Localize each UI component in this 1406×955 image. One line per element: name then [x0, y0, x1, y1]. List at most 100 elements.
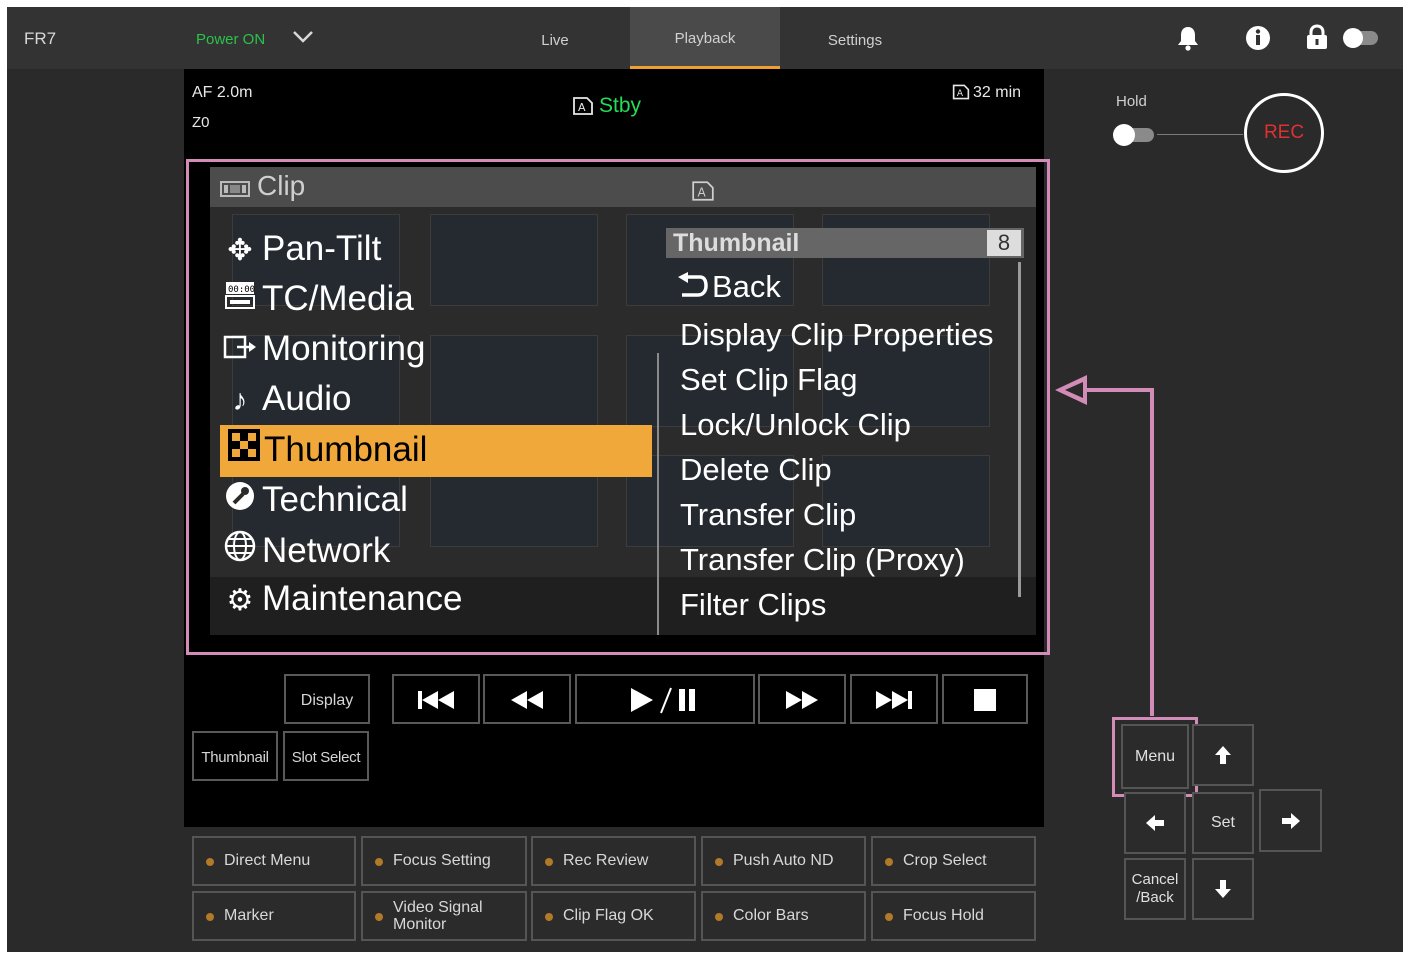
submenu-item-filter-clips[interactable]: Filter Clips: [680, 587, 826, 623]
arrow-up-icon: [1215, 746, 1231, 764]
menu-item-thumbnail[interactable]: Thumbnail: [224, 429, 427, 470]
function-key-crop-select[interactable]: Crop Select: [871, 836, 1036, 886]
slot-select-button[interactable]: Slot Select: [283, 731, 369, 781]
status-dot: [545, 858, 553, 866]
lock-toggle[interactable]: [1343, 28, 1378, 48]
menu-item-technical[interactable]: Technical: [218, 480, 408, 520]
submenu-scrollbar[interactable]: [1018, 262, 1021, 597]
function-key-marker[interactable]: Marker: [192, 891, 356, 941]
set-button[interactable]: Set: [1192, 792, 1254, 854]
rewind-button[interactable]: [483, 674, 571, 724]
menu-header: Clip A: [210, 167, 1036, 207]
rec-button[interactable]: REC: [1244, 93, 1324, 173]
submenu-item-transfer-clip-proxy[interactable]: Transfer Clip (Proxy): [680, 542, 965, 578]
play-pause-icon: [631, 687, 695, 714]
tc-media-icon: 00:00: [218, 280, 262, 318]
submenu-item-lock-unlock-clip[interactable]: Lock/Unlock Clip: [680, 407, 911, 443]
status-dot: [206, 913, 214, 921]
menu-item-maintenance[interactable]: ⚙ Maintenance: [218, 579, 463, 619]
back-label: /Back: [1136, 889, 1174, 906]
maintenance-icon: ⚙: [226, 584, 254, 617]
af-readout: AF 2.0m: [192, 84, 253, 101]
arrow-right-icon: [1281, 812, 1300, 829]
left-button[interactable]: [1124, 792, 1186, 854]
camera-remote-app: FR7 Power ON Live Playback Settings AF 2…: [7, 7, 1403, 952]
submenu-item-display-clip-properties[interactable]: Display Clip Properties: [680, 317, 994, 353]
media-slot-a-icon-small: A: [952, 84, 970, 100]
menu-item-label: Audio: [262, 379, 352, 418]
submenu-item-set-clip-flag[interactable]: Set Clip Flag: [680, 362, 857, 398]
status-dot: [885, 858, 893, 866]
up-button[interactable]: [1192, 724, 1254, 786]
function-key-video-signal-monitor[interactable]: Video Signal Monitor: [361, 891, 527, 941]
menu-item-label: Thumbnail: [264, 430, 428, 469]
pan-tilt-icon: ✥: [227, 234, 253, 267]
rewind-icon: [511, 691, 543, 709]
info-icon[interactable]: [1245, 25, 1271, 51]
menu-item-label: Monitoring: [262, 329, 426, 368]
menu-button[interactable]: Menu: [1121, 724, 1189, 789]
thumbnail-button[interactable]: Thumbnail: [192, 731, 278, 781]
tab-settings[interactable]: Settings: [780, 7, 930, 69]
stop-button[interactable]: [942, 674, 1028, 724]
record-state: Stby: [599, 94, 642, 117]
status-dot: [206, 858, 214, 866]
submenu-title: Thumbnail: [673, 229, 800, 257]
hold-toggle[interactable]: [1113, 124, 1154, 146]
menu-item-pan-tilt[interactable]: ✥ Pan-Tilt: [218, 229, 381, 269]
arrow-left-icon: [1146, 815, 1164, 831]
thumbnail-tile: [430, 214, 598, 306]
menu-item-monitoring[interactable]: Monitoring: [218, 329, 425, 369]
device-name: FR7: [24, 29, 57, 48]
status-dot: [885, 913, 893, 921]
display-button[interactable]: Display: [284, 674, 370, 724]
menu-item-tc-media[interactable]: 00:00 TC/Media: [218, 279, 414, 319]
right-button[interactable]: [1259, 789, 1322, 852]
svg-text:00:00: 00:00: [228, 285, 255, 295]
monitoring-icon: [218, 334, 262, 368]
tab-playback[interactable]: Playback: [630, 7, 780, 69]
play-pause-button[interactable]: [575, 674, 755, 724]
menu-item-label: Pan-Tilt: [262, 229, 382, 268]
fast-forward-button[interactable]: [758, 674, 846, 724]
menu-title: Clip: [257, 170, 306, 201]
page-number-badge: 8: [987, 230, 1021, 256]
thumbnail-icon: [224, 429, 264, 469]
network-icon: [218, 530, 262, 570]
remaining-time: 32 min: [973, 84, 1022, 101]
function-key-color-bars[interactable]: Color Bars: [701, 891, 866, 941]
callout-line-horizontal: [1085, 388, 1154, 392]
menu-item-network[interactable]: Network: [218, 530, 390, 571]
hold-label: Hold: [1116, 93, 1147, 110]
function-key-clip-flag-ok[interactable]: Clip Flag OK: [531, 891, 696, 941]
bell-icon[interactable]: [1177, 25, 1199, 51]
function-key-focus-hold[interactable]: Focus Hold: [871, 891, 1036, 941]
cancel-back-button[interactable]: Cancel /Back: [1124, 858, 1186, 920]
tab-live[interactable]: Live: [480, 7, 630, 69]
stop-icon: [974, 689, 996, 711]
function-key-push-auto-nd[interactable]: Push Auto ND: [701, 836, 866, 886]
submenu-item-transfer-clip[interactable]: Transfer Clip: [680, 497, 856, 533]
media-slot-a-icon: A: [573, 97, 593, 115]
status-dot: [545, 913, 553, 921]
callout-arrow-icon: [1055, 375, 1087, 405]
svg-text:A: A: [698, 185, 707, 199]
submenu-item-delete-clip[interactable]: Delete Clip: [680, 452, 832, 488]
chevron-down-icon[interactable]: [291, 29, 315, 45]
down-button[interactable]: [1192, 858, 1254, 920]
lock-icon[interactable]: [1306, 24, 1328, 51]
skip-to-end-button[interactable]: [850, 674, 938, 724]
menu-item-audio[interactable]: ♪ Audio: [218, 379, 352, 419]
svg-text:A: A: [957, 89, 964, 99]
power-status[interactable]: Power ON: [196, 31, 265, 48]
clip-menu: Clip A ✥ Pan-Tilt 00:00 TC/Media Monitorin…: [210, 167, 1036, 635]
function-key-direct-menu[interactable]: Direct Menu: [192, 836, 356, 886]
submenu-item-back[interactable]: Back: [676, 269, 781, 305]
skip-to-start-button[interactable]: [392, 674, 480, 724]
menu-item-label: Network: [262, 531, 391, 570]
lock-toggle-knob: [1343, 28, 1363, 48]
function-key-rec-review[interactable]: Rec Review: [531, 836, 696, 886]
menu-item-label: Technical: [262, 480, 408, 519]
callout-line-vertical: [1150, 389, 1154, 716]
function-key-focus-setting[interactable]: Focus Setting: [361, 836, 527, 886]
